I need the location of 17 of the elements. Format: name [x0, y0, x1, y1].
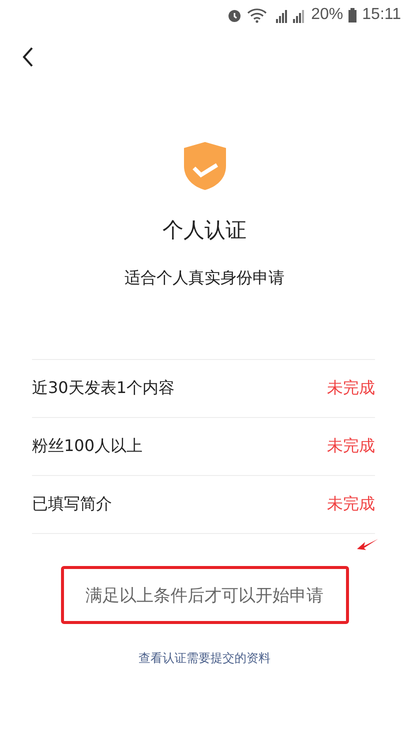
annotation-arrow-icon	[357, 538, 379, 550]
battery-icon	[348, 8, 358, 22]
page-subtitle: 适合个人真实身份申请	[124, 268, 284, 289]
requirement-label: 粉丝100人以上	[32, 436, 143, 457]
requirement-label: 已填写简介	[32, 494, 112, 515]
page-title: 个人认证	[162, 217, 246, 244]
back-icon[interactable]	[22, 47, 34, 67]
requirement-status: 未完成	[327, 436, 375, 457]
requirement-status: 未完成	[327, 494, 375, 515]
alarm-icon	[227, 8, 242, 22]
wifi-icon	[247, 8, 268, 22]
battery-percent: 20%	[311, 6, 344, 24]
clock-time: 15:11	[362, 6, 401, 24]
shield-check-icon	[184, 142, 226, 190]
materials-link[interactable]: 查看认证需要提交的资料	[0, 650, 409, 667]
requirement-status: 未完成	[327, 378, 375, 399]
requirement-label: 近30天发表1个内容	[32, 378, 175, 399]
